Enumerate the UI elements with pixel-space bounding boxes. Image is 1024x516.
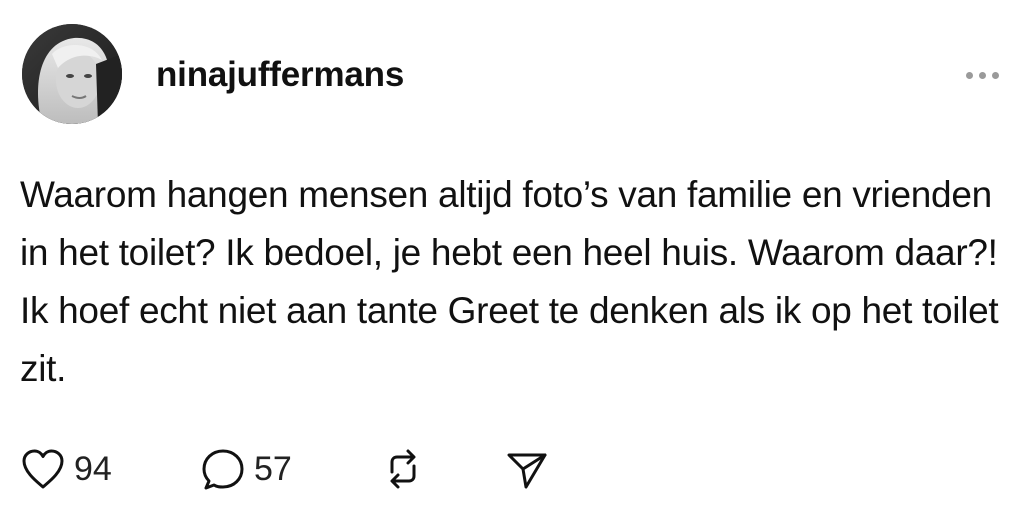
like-count: 94: [74, 450, 112, 488]
action-bar: 94 57: [20, 444, 550, 494]
avatar[interactable]: [22, 24, 122, 124]
heart-icon: [22, 449, 64, 489]
repost-button[interactable]: [380, 446, 504, 492]
paper-plane-icon: [507, 453, 547, 489]
like-button[interactable]: 94: [20, 447, 200, 491]
speech-bubble-icon: [202, 449, 244, 490]
reply-button[interactable]: 57: [200, 446, 380, 492]
avatar-photo: [22, 24, 122, 124]
username[interactable]: ninajuffermans: [156, 55, 404, 95]
post-card: ninajuffermans Waarom hangen mensen alti…: [0, 0, 1024, 516]
share-button[interactable]: [504, 446, 550, 492]
more-options-dot: [978, 71, 986, 79]
post-text: Waarom hangen mensen altijd foto’s van f…: [20, 174, 999, 389]
more-options-dot: [991, 71, 999, 79]
more-options-icon: [965, 71, 973, 79]
reply-count: 57: [254, 450, 292, 488]
repost-arrows-icon: [390, 449, 416, 489]
more-options-button[interactable]: [958, 60, 1006, 90]
